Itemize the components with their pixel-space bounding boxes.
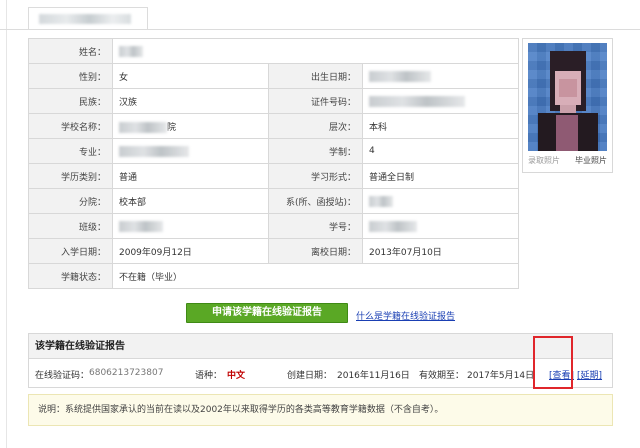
verify-code-label: 在线验证码： — [35, 371, 90, 381]
id-number-label: 证件号码： — [268, 88, 363, 114]
level-label: 层次： — [268, 113, 363, 139]
duration-value: 4 — [361, 138, 520, 164]
valid-until-value: 2017年5月14日 — [467, 371, 535, 381]
birthdate-blurred — [369, 70, 431, 82]
row-gender: 性别： 女 出生日期： — [28, 63, 520, 89]
apply-report-button[interactable]: 申请该学籍在线验证报告 — [186, 303, 348, 323]
gender-value: 女 — [112, 63, 269, 89]
name-label: 姓名： — [28, 38, 113, 64]
renew-report-link[interactable]: [延期] — [577, 368, 602, 381]
leave-date-value: 2013年07月10日 — [361, 238, 520, 264]
created-date-value: 2016年11月16日 — [337, 371, 410, 381]
department-label: 系(所、函授站)： — [268, 188, 363, 214]
name-value — [111, 38, 520, 64]
study-form-value: 普通全日制 — [361, 163, 520, 189]
row-school: 学校名称： 院 层次： 本科 — [28, 113, 520, 139]
birthdate-label: 出生日期： — [268, 63, 363, 89]
row-major: 专业： 学制： 4 — [28, 138, 520, 164]
branch-label: 分院： — [28, 188, 113, 214]
id-number-value — [361, 88, 520, 114]
school-label: 学校名称： — [28, 113, 113, 139]
class-value — [112, 213, 269, 239]
branch-value: 校本部 — [112, 188, 269, 214]
page-border-left — [6, 0, 7, 448]
row-status: 学籍状态： 不在籍（毕业） — [28, 263, 520, 289]
row-class: 班级： 学号： — [28, 213, 520, 239]
what-is-report-link[interactable]: 什么是学籍在线验证报告 — [356, 309, 455, 322]
school-blurred — [119, 121, 167, 133]
status-label: 学籍状态： — [28, 263, 113, 289]
language-value: 中文 — [227, 371, 246, 381]
enrollment-date-value: 2009年09月12日 — [112, 238, 269, 264]
student-info-table: 姓名： 性别： 女 出生日期： 民族： 汉族 证件号码： 学校名称： 院 层次：… — [28, 38, 520, 289]
valid-until-label: 有效期至： — [419, 371, 465, 381]
row-education-type: 学历类别： 普通 学习形式： 普通全日制 — [28, 163, 520, 189]
birthdate-value — [361, 63, 520, 89]
gender-label: 性别： — [28, 63, 113, 89]
status-value: 不在籍（毕业） — [111, 263, 520, 289]
class-blurred — [119, 220, 163, 232]
tab-divider — [0, 29, 640, 30]
level-value: 本科 — [361, 113, 520, 139]
duration-label: 学制： — [268, 138, 363, 164]
student-photo-pixelated — [528, 43, 607, 151]
graduation-photo-tab[interactable]: 毕业照片 — [575, 155, 607, 169]
ethnicity-label: 民族： — [28, 88, 113, 114]
admission-photo-tab[interactable]: 录取照片 — [528, 155, 560, 169]
school-suffix: 院 — [167, 122, 177, 133]
row-ethnicity: 民族： 汉族 证件号码： — [28, 88, 520, 114]
photo-caption: 录取照片 毕业照片 — [528, 155, 607, 169]
education-type-value: 普通 — [112, 163, 269, 189]
tab-label-blurred — [39, 14, 131, 24]
row-name: 姓名： — [28, 38, 520, 64]
info-note: 说明：系统提供国家承认的当前在读以及2002年以来取得学历的各类高等教育学籍数据… — [28, 394, 613, 426]
study-form-label: 学习形式： — [268, 163, 363, 189]
row-branch: 分院： 校本部 系(所、函授站)： — [28, 188, 520, 214]
leave-date-label: 离校日期： — [268, 238, 363, 264]
report-panel: 该学籍在线验证报告 在线验证码： 6806213723807 语种： 中文 创建… — [28, 333, 613, 388]
student-id-blurred — [369, 220, 417, 232]
view-link-highlight-box — [533, 336, 573, 389]
row-dates: 入学日期： 2009年09月12日 离校日期： 2013年07月10日 — [28, 238, 520, 264]
major-value — [112, 138, 269, 164]
education-type-label: 学历类别： — [28, 163, 113, 189]
report-row: 在线验证码： 6806213723807 语种： 中文 创建日期： 2016年1… — [29, 359, 612, 387]
language-label: 语种： — [195, 371, 223, 381]
report-title: 该学籍在线验证报告 — [29, 334, 612, 359]
name-blurred — [119, 45, 143, 57]
major-label: 专业： — [28, 138, 113, 164]
photo-collar — [556, 115, 578, 151]
department-blurred — [369, 195, 393, 207]
verify-code-value: 6806213723807 — [89, 368, 164, 378]
photo-panel: 录取照片 毕业照片 — [522, 38, 613, 173]
student-id-label: 学号： — [268, 213, 363, 239]
id-number-blurred — [369, 95, 465, 107]
student-id-value — [361, 213, 520, 239]
ethnicity-value: 汉族 — [112, 88, 269, 114]
class-label: 班级： — [28, 213, 113, 239]
enrollment-date-label: 入学日期： — [28, 238, 113, 264]
department-value — [361, 188, 520, 214]
school-value: 院 — [112, 113, 269, 139]
created-date-label: 创建日期： — [287, 371, 333, 381]
major-blurred — [119, 145, 189, 157]
tab-student-record[interactable] — [28, 7, 148, 29]
photo-face-shade — [559, 79, 577, 97]
